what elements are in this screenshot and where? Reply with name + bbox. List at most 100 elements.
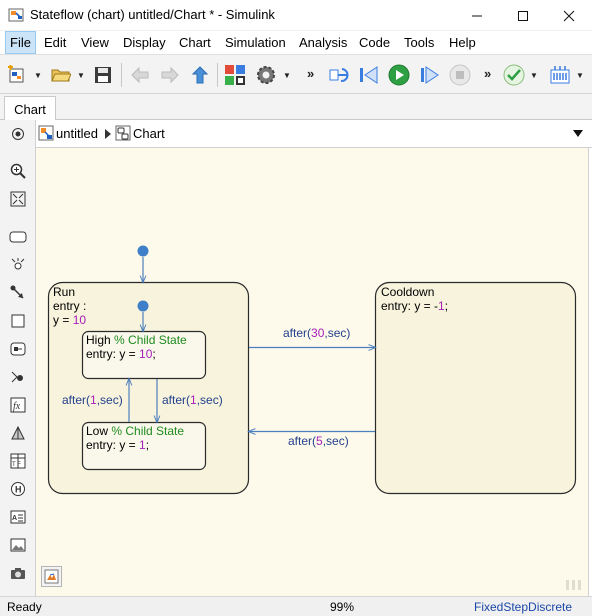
run-button[interactable]	[388, 64, 410, 86]
maximize-button[interactable]	[500, 0, 546, 31]
transition-label-post: ,sec)	[197, 393, 223, 407]
connective-junction-tool[interactable]	[9, 368, 27, 386]
default-transition-dot[interactable]	[137, 245, 149, 257]
chevron-down-icon[interactable]	[573, 130, 583, 137]
default-transition-dot-child[interactable]	[137, 300, 149, 312]
run-icon	[388, 64, 410, 86]
close-icon	[563, 10, 575, 21]
step-back-icon	[360, 66, 378, 84]
zoom-tool[interactable]	[9, 162, 27, 180]
state-tool[interactable]	[9, 228, 27, 246]
model-advisor-dropdown[interactable]: ▼	[530, 68, 538, 82]
model-settings-dropdown[interactable]: ▼	[283, 68, 291, 82]
stop-icon	[449, 64, 471, 86]
menu-simulation[interactable]: Simulation	[225, 35, 286, 50]
state-run-name: Run	[53, 285, 75, 299]
state-cooldown[interactable]	[374, 281, 577, 495]
open-button[interactable]	[50, 64, 72, 86]
menu-analysis[interactable]: Analysis	[299, 35, 347, 50]
menu-help[interactable]: Help	[449, 35, 476, 50]
transition-label-cooldown-to-run[interactable]: after(5,sec)	[288, 434, 349, 448]
build-dropdown[interactable]: ▼	[576, 68, 584, 82]
update-diagram-button[interactable]	[328, 64, 350, 86]
transition-label-run-to-cooldown[interactable]: after(30,sec)	[283, 326, 350, 340]
status-text: Ready	[7, 600, 42, 614]
menu-chart[interactable]: Chart	[179, 35, 211, 50]
camera-tool[interactable]	[9, 564, 27, 582]
matlab-function-tool[interactable]: fx	[9, 396, 27, 414]
diagram-canvas[interactable]: Run entry : y = 10 High % Child State en…	[36, 148, 589, 596]
minimize-button[interactable]	[454, 0, 500, 31]
zoom-level: 99%	[330, 600, 355, 614]
state-run-entry: entry :	[53, 299, 86, 313]
state-cooldown-name: Cooldown	[381, 285, 434, 299]
tab-chart[interactable]: Chart	[4, 96, 56, 121]
update-diagram-icon	[329, 68, 349, 82]
state-low-entry: entry: y = 1;	[86, 438, 149, 452]
transition-label-post: ,sec)	[323, 434, 349, 448]
breadcrumb-separator-icon	[105, 129, 111, 139]
state-high-entry-value: 10	[139, 347, 153, 361]
transition-label-low-to-high[interactable]: after(1,sec)	[62, 393, 123, 407]
menu-edit[interactable]: Edit	[44, 35, 66, 50]
resize-grip-icon[interactable]	[566, 580, 581, 590]
transition-label-high-to-low[interactable]: after(1,sec)	[162, 393, 223, 407]
model-advisor-icon	[503, 64, 525, 86]
model-advisor-button[interactable]	[503, 64, 525, 86]
save-button[interactable]	[92, 64, 114, 86]
simulink-function-tool[interactable]	[9, 424, 27, 442]
library-browser-button[interactable]	[224, 64, 246, 86]
annotation-tool[interactable]: A	[9, 508, 27, 526]
tab-strip: Chart	[0, 94, 592, 121]
hide-palette-icon	[12, 128, 24, 140]
menu-tools[interactable]: Tools	[404, 35, 434, 50]
transition-label-pre: after(	[62, 393, 90, 407]
state-run-assign-var: y =	[53, 313, 73, 327]
state-tool-icon	[9, 231, 27, 243]
state-high-entry-suffix: ;	[152, 347, 155, 361]
simulink-state-icon	[10, 342, 26, 356]
image-tool[interactable]	[9, 536, 27, 554]
transition-label-pre: after(	[283, 326, 311, 340]
solver-link[interactable]: FixedStepDiscrete	[474, 600, 572, 614]
maximize-icon	[518, 10, 528, 21]
menu-code[interactable]: Code	[359, 35, 390, 50]
state-high-entry: entry: y = 10;	[86, 347, 156, 361]
truth-table-tool[interactable]: T F	[9, 452, 27, 470]
model-settings-button[interactable]	[255, 64, 277, 86]
explorer-bar-button[interactable]	[41, 566, 62, 587]
menu-file[interactable]: File	[5, 31, 36, 54]
history-junction-tool[interactable]	[9, 256, 27, 274]
model-icon	[38, 125, 54, 141]
state-high-name: High	[86, 333, 111, 347]
forward-button[interactable]	[159, 64, 181, 86]
default-transition-icon	[10, 285, 24, 299]
stop-button[interactable]	[449, 64, 471, 86]
title-bar: Stateflow (chart) untitled/Chart * - Sim…	[0, 0, 592, 31]
open-dropdown[interactable]: ▼	[77, 68, 85, 82]
back-button[interactable]	[129, 64, 151, 86]
breadcrumb-chart[interactable]: Chart	[133, 126, 165, 141]
history-tool[interactable]: H	[9, 480, 27, 498]
new-model-dropdown[interactable]: ▼	[34, 68, 42, 82]
breadcrumb-model[interactable]: untitled	[56, 126, 98, 141]
matlab-function-icon: fx	[10, 397, 26, 413]
menu-view[interactable]: View	[81, 35, 109, 50]
hide-palette-button[interactable]	[9, 125, 27, 143]
step-forward-button[interactable]	[418, 64, 440, 86]
history-icon: H	[11, 482, 25, 496]
build-icon	[550, 66, 570, 84]
default-transition-tool[interactable]	[9, 284, 27, 302]
step-back-button[interactable]	[358, 64, 380, 86]
transition-label-num: 30	[311, 326, 325, 340]
toolbar-more-button[interactable]: »	[307, 66, 314, 81]
close-button[interactable]	[546, 0, 592, 31]
new-model-button[interactable]	[6, 64, 28, 86]
up-to-parent-button[interactable]	[189, 64, 211, 86]
build-button[interactable]	[549, 64, 571, 86]
box-tool[interactable]	[9, 312, 27, 330]
menu-display[interactable]: Display	[123, 35, 166, 50]
simulink-state-tool[interactable]	[9, 340, 27, 358]
toolbar-more-button-2[interactable]: »	[484, 66, 491, 81]
fit-view-tool[interactable]	[9, 190, 27, 208]
